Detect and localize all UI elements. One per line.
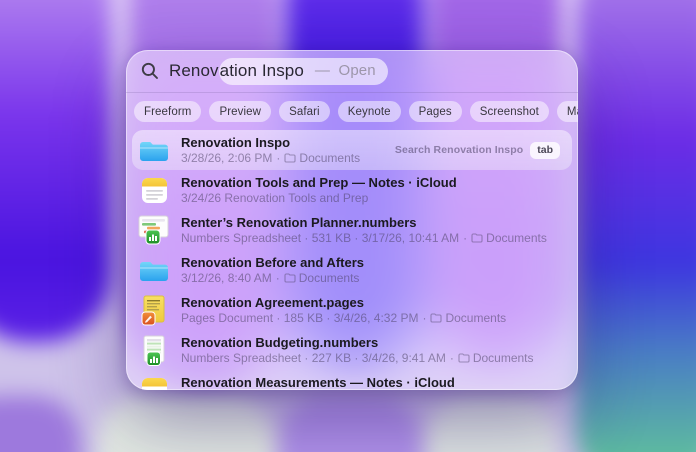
result-meta-text: Numbers Spreadsheet · 531 KB · 3/17/26, … (181, 231, 459, 245)
result-meta: Pages Document · 185 KB · 3/4/26, 4:32 P… (181, 311, 564, 325)
result-location-label: Documents (445, 311, 506, 325)
wallpaper-capsule (426, 396, 558, 452)
search-completion-text: ation Inspo (220, 61, 304, 81)
result-text: Renovation Agreement.pagesPages Document… (181, 295, 564, 325)
result-row[interactable]: Renovation Before and Afters3/12/26, 8:4… (132, 250, 572, 290)
results-list: Renovation Inspo3/28/26, 2:06 PM · Docume… (132, 130, 572, 390)
magnifier-icon (141, 62, 159, 80)
result-location: Documents (471, 231, 547, 245)
search-typed-text: Renov (169, 61, 219, 81)
meta-separator: · (276, 151, 280, 165)
result-title: Renovation Agreement.pages (181, 295, 564, 310)
filter-chip-row: Freeform Preview Safari Keynote Pages Screens… (126, 93, 578, 130)
result-row[interactable]: Renovation Budgeting.numbersNumbers Spre… (132, 330, 572, 370)
result-location-label: Documents (299, 271, 360, 285)
result-title: Renovation Budgeting.numbers (181, 335, 564, 350)
result-icon (138, 254, 170, 286)
result-title: Renovation Tools and Prep — Notes · iClo… (181, 175, 564, 190)
result-icon (138, 174, 170, 206)
filter-chip-mail[interactable]: Mail (557, 101, 578, 122)
result-row[interactable]: Renter’s Renovation Planner.numbersNumbe… (132, 210, 572, 250)
desktop: Renovation Inspo — Open Freeform Preview Sa… (0, 0, 696, 452)
result-title: Renter’s Renovation Planner.numbers (181, 215, 564, 230)
result-location: Documents (284, 151, 360, 165)
result-location: Documents (458, 351, 534, 365)
result-row[interactable]: Renovation Measurements — Notes · iCloud (132, 370, 572, 390)
filter-chip-screenshot[interactable]: Screenshot (470, 101, 549, 122)
result-row[interactable]: Renovation Tools and Prep — Notes · iClo… (132, 170, 572, 210)
notes-icon (141, 377, 168, 391)
numbers-file-icon (138, 215, 170, 245)
search-hint-label: Search Renovation Inspo (395, 144, 523, 156)
filter-chip-freeform[interactable]: Freeform (134, 101, 201, 122)
blue-folder-icon (139, 139, 169, 162)
result-meta-text: 3/12/26, 8:40 AM (181, 271, 272, 285)
meta-separator: · (463, 231, 467, 245)
result-icon (138, 374, 170, 390)
result-meta: Numbers Spreadsheet · 531 KB · 3/17/26, … (181, 231, 564, 245)
result-row[interactable]: Renovation Inspo3/28/26, 2:06 PM · Docume… (132, 130, 572, 170)
filter-chip-keynote[interactable]: Keynote (338, 101, 401, 122)
spotlight-panel: Renovation Inspo — Open Freeform Preview Sa… (126, 50, 578, 390)
result-text: Renovation Before and Afters3/12/26, 8:4… (181, 255, 564, 285)
result-text: Renovation Budgeting.numbersNumbers Spre… (181, 335, 564, 365)
result-title: Renovation Inspo (181, 135, 384, 150)
result-location: Documents (284, 271, 360, 285)
result-title: Renovation Before and Afters (181, 255, 564, 270)
result-meta: Numbers Spreadsheet · 227 KB · 3/4/26, 9… (181, 351, 564, 365)
result-meta-text: 3/24/26 Renovation Tools and Prep (181, 191, 368, 205)
result-text: Renovation Tools and Prep — Notes · iClo… (181, 175, 564, 205)
result-meta: 3/24/26 Renovation Tools and Prep (181, 191, 564, 205)
result-icon (138, 134, 170, 166)
result-meta-text: Numbers Spreadsheet · 227 KB · 3/4/26, 9… (181, 351, 446, 365)
result-icon (138, 334, 170, 366)
result-meta: 3/28/26, 2:06 PM · Documents (181, 151, 384, 165)
result-meta: 3/12/26, 8:40 AM · Documents (181, 271, 564, 285)
autocomplete-pill: ation Inspo — Open (219, 58, 388, 85)
location-folder-icon (458, 353, 470, 363)
filter-chip-preview[interactable]: Preview (209, 101, 271, 122)
result-text: Renter’s Renovation Planner.numbersNumbe… (181, 215, 564, 245)
result-location-label: Documents (486, 231, 547, 245)
wallpaper-capsule (576, 0, 696, 452)
blue-folder-icon (139, 259, 169, 282)
result-meta-text: 3/28/26, 2:06 PM (181, 151, 272, 165)
result-title: Renovation Measurements — Notes · iCloud (181, 375, 564, 390)
wallpaper-capsule (0, 0, 112, 342)
wallpaper-capsule (98, 396, 274, 452)
tab-key-badge: tab (530, 142, 560, 159)
result-icon (138, 294, 170, 326)
result-row[interactable]: Renovation Agreement.pagesPages Document… (132, 290, 572, 330)
search-query: Renovation Inspo — Open (169, 58, 388, 85)
result-icon (138, 214, 170, 246)
result-meta-text: Pages Document · 185 KB · 3/4/26, 4:32 P… (181, 311, 418, 325)
meta-separator: · (276, 271, 280, 285)
wallpaper-capsule (280, 396, 422, 452)
meta-separator: · (422, 311, 426, 325)
filter-chip-safari[interactable]: Safari (279, 101, 330, 122)
result-location: Documents (430, 311, 506, 325)
result-shortcut-hint: Search Renovation Inspo tab (395, 142, 564, 159)
meta-separator: · (450, 351, 454, 365)
location-folder-icon (471, 233, 483, 243)
search-action-hint: — Open (315, 62, 376, 79)
numbers-file-icon (141, 335, 167, 366)
result-text: Renovation Inspo3/28/26, 2:06 PM · Docume… (181, 135, 384, 165)
result-text: Renovation Measurements — Notes · iCloud (181, 375, 564, 390)
notes-icon (141, 177, 168, 204)
result-location-label: Documents (299, 151, 360, 165)
filter-chip-pages[interactable]: Pages (409, 101, 462, 122)
result-location-label: Documents (473, 351, 534, 365)
pages-file-icon (141, 295, 167, 326)
spotlight-search-field[interactable]: Renovation Inspo — Open (126, 50, 578, 92)
location-folder-icon (284, 153, 296, 163)
location-folder-icon (430, 313, 442, 323)
location-folder-icon (284, 273, 296, 283)
